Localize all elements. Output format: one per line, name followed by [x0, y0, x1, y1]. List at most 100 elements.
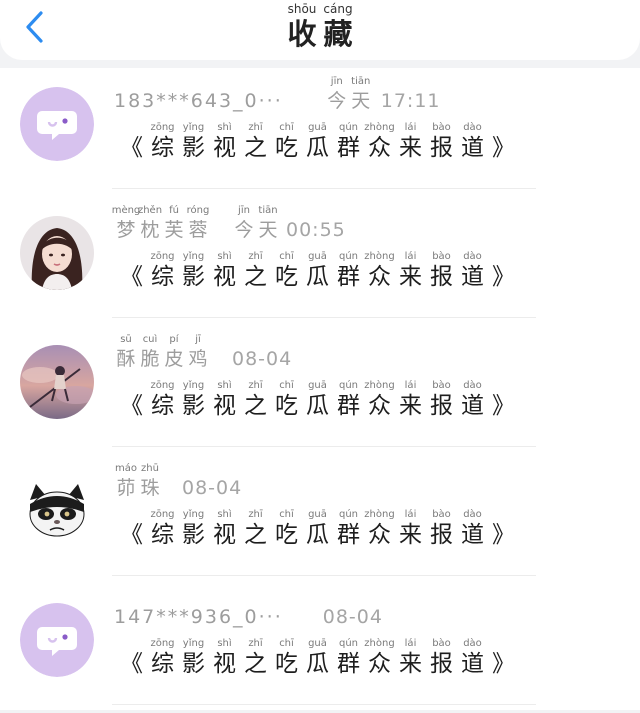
hanzi: 鸡 [188, 348, 208, 370]
item-caption[interactable]: 《 zōng 综 yǐng 影 shì 视 zhī 之 chī 吃 guā 瓜 qún 群 zhòng 众 lái… [116, 122, 519, 162]
pinyin: dào [463, 122, 482, 133]
caption-char: yǐng 影 [178, 122, 209, 162]
close-bracket: 》 [492, 651, 515, 677]
chat-bubble-icon [20, 603, 94, 677]
pinyin: zhěn [137, 205, 163, 216]
pinyin: zhòng [364, 122, 395, 133]
pinyin: qún [338, 122, 359, 133]
caption-char: guā 瓜 [302, 380, 333, 420]
avatar[interactable] [20, 345, 94, 419]
open-bracket: 《 [120, 393, 143, 419]
pinyin: róng [186, 205, 210, 216]
pinyin: dào [463, 509, 482, 520]
pinyin: lái [404, 380, 417, 391]
caption-char: lái 来 [395, 509, 426, 549]
hanzi: 影 [182, 135, 205, 161]
caption-char: dào 道 [457, 509, 488, 549]
hanzi: 综 [151, 651, 174, 677]
girl-portrait-image [20, 216, 94, 290]
hanzi: 道 [461, 522, 484, 548]
pinyin: zhī [248, 380, 263, 391]
pinyin: cuì [142, 334, 158, 345]
avatar[interactable] [20, 603, 94, 677]
hanzi: 报 [430, 522, 453, 548]
caption-char: shì 视 [209, 122, 240, 162]
pinyin: yǐng [182, 380, 205, 391]
list-item[interactable]: sū 酥 cuì 脆 pí 皮 jī 鸡 08-04 《 zōng 综 yǐng 影 shì 视 zh… [0, 326, 640, 455]
avatar[interactable] [20, 216, 94, 290]
avatar[interactable] [20, 474, 94, 548]
caption-char: shì 视 [209, 509, 240, 549]
hanzi: 综 [151, 522, 174, 548]
item-caption[interactable]: 《 zōng 综 yǐng 影 shì 视 zhī 之 chī 吃 guā 瓜 qún 群 zhòng 众 lái… [116, 509, 519, 549]
hanzi: 今 [327, 90, 347, 112]
list-item[interactable]: mèng 梦 zhěn 枕 fú 芙 róng 蓉 jīn 今 tiān 天 00:55 《… [0, 197, 640, 326]
timestamp: 00:55 [286, 219, 346, 241]
hanzi: 众 [368, 135, 391, 161]
pinyin: dào [463, 380, 482, 391]
pinyin: zhī [248, 122, 263, 133]
pinyin: shì [217, 122, 232, 133]
caption-char: zōng 综 [147, 380, 178, 420]
hanzi: 之 [244, 264, 267, 290]
close-bracket: 》 [492, 135, 515, 161]
pinyin: guā [308, 509, 327, 520]
chat-bubble-icon [20, 87, 94, 161]
caption-char: lái 来 [395, 638, 426, 678]
caption-char: bào 报 [426, 122, 457, 162]
caption-char: dào 道 [457, 251, 488, 291]
pinyin: chī [279, 380, 294, 391]
hanzi: 报 [430, 264, 453, 290]
caption-char: chī 吃 [271, 122, 302, 162]
pinyin: chī [279, 122, 294, 133]
caption-char: lái 来 [395, 122, 426, 162]
hanzi: 报 [430, 651, 453, 677]
hanzi: 视 [213, 651, 236, 677]
author-name: 183***643_0··· [114, 90, 283, 112]
divider [112, 704, 536, 705]
caption-char: guā 瓜 [302, 509, 333, 549]
avatar[interactable] [20, 87, 94, 161]
caption-char: dào 道 [457, 122, 488, 162]
caption-char: zhī 之 [240, 251, 271, 291]
hanzi: 枕 [140, 219, 160, 241]
hanzi: 之 [244, 393, 267, 419]
list-item[interactable]: máo 茆 zhū 珠 08-04 《 zōng 综 yǐng 影 shì 视 zhī 之 chī 吃 g… [0, 455, 640, 584]
caption-char: zōng 综 [147, 638, 178, 678]
hanzi: 众 [368, 264, 391, 290]
hanzi: 芙 [164, 219, 184, 241]
item-caption[interactable]: 《 zōng 综 yǐng 影 shì 视 zhī 之 chī 吃 guā 瓜 qún 群 zhòng 众 lái… [116, 251, 519, 291]
hanzi: 影 [182, 393, 205, 419]
pinyin: guā [308, 251, 327, 262]
pinyin: zhī [248, 638, 263, 649]
pinyin: zōng [150, 380, 175, 391]
hanzi: 综 [151, 264, 174, 290]
hanzi: 来 [399, 135, 422, 161]
item-meta: sū 酥 cuì 脆 pí 皮 jī 鸡 08-04 [114, 326, 292, 372]
hanzi: 报 [430, 135, 453, 161]
hanzi: 道 [461, 651, 484, 677]
hanzi: 吃 [275, 135, 298, 161]
item-caption[interactable]: 《 zōng 综 yǐng 影 shì 视 zhī 之 chī 吃 guā 瓜 qún 群 zhòng 众 lái… [116, 380, 519, 420]
caption-char: chī 吃 [271, 380, 302, 420]
caption-char: zōng 综 [147, 509, 178, 549]
divider [112, 188, 536, 189]
caption-char: chī 吃 [271, 251, 302, 291]
pinyin: qún [338, 638, 359, 649]
caption-char: dào 道 [457, 638, 488, 678]
title-char: cáng 藏 [320, 2, 356, 51]
caption-char: qún 群 [333, 380, 364, 420]
pinyin: zōng [150, 251, 175, 262]
pinyin: dào [463, 638, 482, 649]
list-item[interactable]: 147***936_0··· 08-04 《 zōng 综 yǐng 影 shì 视 zhī 之… [0, 584, 640, 713]
pinyin: fú [169, 205, 179, 216]
caption-char: zhī 之 [240, 122, 271, 162]
list-item[interactable]: 183***643_0··· jīn 今 tiān 天 17:11 《 zōng 综 yǐ… [0, 68, 640, 197]
hanzi: 道 [461, 393, 484, 419]
pinyin: bào [432, 509, 451, 520]
hanzi: 之 [244, 135, 267, 161]
pinyin: shì [217, 380, 232, 391]
hanzi: 影 [182, 651, 205, 677]
divider [112, 446, 536, 447]
item-caption[interactable]: 《 zōng 综 yǐng 影 shì 视 zhī 之 chī 吃 guā 瓜 qún 群 zhòng 众 lái… [116, 638, 519, 678]
